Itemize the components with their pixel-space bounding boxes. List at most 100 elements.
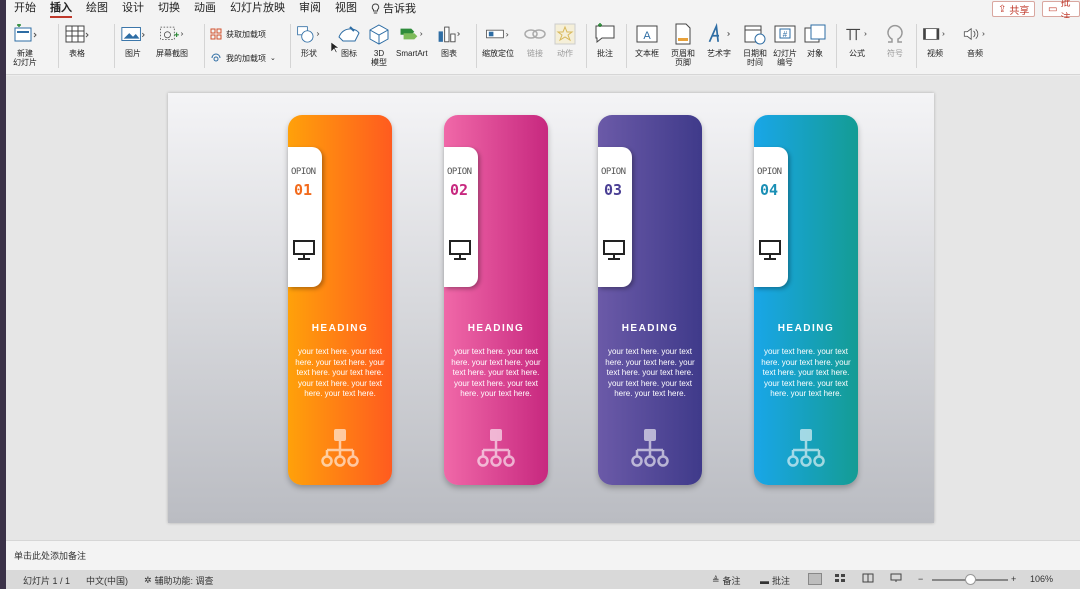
table-button[interactable]: 表格 <box>64 22 90 58</box>
notes-icon: ≜ <box>712 575 720 585</box>
zoom-level[interactable]: 106% <box>1030 574 1053 584</box>
slideshow-button[interactable] <box>890 573 904 585</box>
audio-label: 音频 <box>967 49 983 58</box>
equation-button[interactable]: 公式 <box>844 22 870 58</box>
share-button[interactable]: ⇪ 共享 <box>992 1 1036 17</box>
video-icon <box>923 28 945 40</box>
zoom-button[interactable]: 缩放定位 <box>482 22 514 58</box>
svg-text:A: A <box>643 30 651 42</box>
accessibility-checker[interactable]: ✲ 辅助功能: 调查 <box>144 574 214 587</box>
omega-icon <box>887 24 903 43</box>
comments-toggle-label: 批注 <box>772 576 791 586</box>
notes-toggle[interactable]: ≜ 备注 <box>712 574 741 587</box>
calendar-icon <box>744 25 766 45</box>
equation-label: 公式 <box>849 49 865 58</box>
addins-store-icon <box>210 28 222 40</box>
get-addins-button[interactable]: 获取加载项 <box>210 28 266 40</box>
slide-number-icon: # <box>774 25 796 43</box>
tab-review[interactable]: 审阅 <box>299 0 321 18</box>
card-body-text: your text here. your text here. your tex… <box>761 347 851 398</box>
tab-transitions[interactable]: 切换 <box>158 0 180 18</box>
slide[interactable]: OPION 01 HEADING your text here. your text … <box>168 93 934 523</box>
tab-design[interactable]: 设计 <box>122 0 144 18</box>
icons-icon <box>338 26 360 42</box>
monitor-icon <box>292 239 316 266</box>
slide-number-label: 幻灯片 编号 <box>773 49 797 67</box>
comment-label: 批注 <box>597 49 613 58</box>
chart-label: 图表 <box>441 49 457 58</box>
comment-button[interactable]: 批注 <box>592 22 618 58</box>
comment-bubble-icon: ▬ <box>760 575 769 586</box>
table-icon <box>65 25 89 43</box>
monitor-icon <box>448 239 472 266</box>
datetime-label: 日期和 时间 <box>743 49 767 67</box>
option-card-2[interactable]: OPION 02 HEADING your text here. your text … <box>444 115 548 485</box>
object-label: 对象 <box>807 49 823 58</box>
tell-me[interactable]: 告诉我 <box>371 0 416 18</box>
slide-counter: 幻灯片 1 / 1 <box>23 576 71 586</box>
tab-insert[interactable]: 插入 <box>50 0 72 18</box>
notes-placeholder: 单击此处添加备注 <box>14 551 87 561</box>
new-slide-button[interactable]: 新建 幻灯片 <box>12 22 38 67</box>
option-card-4[interactable]: OPION 04 HEADING your text here. your text … <box>754 115 858 485</box>
header-footer-label: 页眉和 页脚 <box>671 49 695 67</box>
zoom-in-button[interactable]: + <box>1011 574 1016 584</box>
comments-toggle[interactable]: ▬ 批注 <box>760 574 790 587</box>
option-card-1[interactable]: OPION 01 HEADING your text here. your text … <box>288 115 392 485</box>
link-label: 链接 <box>527 49 543 58</box>
slide-number-button[interactable]: # 幻灯片 编号 <box>772 22 798 67</box>
my-addins-button[interactable]: 我的加载项 ⌄ <box>210 52 276 64</box>
chart-button[interactable]: 图表 <box>436 22 462 58</box>
screenshot-button[interactable]: 屏幕截图 <box>156 22 188 58</box>
shapes-button[interactable]: 形状 <box>296 22 322 58</box>
option-caption: OPION <box>291 167 316 177</box>
option-caption: OPION <box>447 167 472 177</box>
action-label: 动作 <box>557 49 573 58</box>
tell-me-label: 告诉我 <box>383 2 416 15</box>
option-caption: OPION <box>601 167 626 177</box>
audio-button[interactable]: 音频 <box>962 22 988 58</box>
reading-view-button[interactable] <box>862 573 876 585</box>
notes-pane[interactable]: 单击此处添加备注 <box>6 540 1080 570</box>
normal-view-button[interactable] <box>808 573 822 585</box>
option-card-3[interactable]: OPION 03 HEADING your text here. your text … <box>598 115 702 485</box>
language-indicator[interactable]: 中文(中国) <box>86 574 128 587</box>
card-body-text: your text here. your text here. your tex… <box>295 347 385 398</box>
tab-home[interactable]: 开始 <box>14 0 36 18</box>
lightbulb-icon <box>371 3 380 14</box>
monitor-icon <box>602 239 626 266</box>
screenshot-label: 屏幕截图 <box>156 49 188 58</box>
object-button[interactable]: 对象 <box>802 22 828 58</box>
icons-button[interactable]: 图标 <box>336 22 362 58</box>
tab-draw[interactable]: 绘图 <box>86 0 108 18</box>
ribbon-tabs: 开始 插入 绘图 设计 切换 动画 幻灯片放映 审阅 视图 告诉我 <box>6 0 1080 18</box>
slide-sorter-button[interactable] <box>834 573 848 585</box>
card-heading: HEADING <box>467 323 525 334</box>
3d-model-button[interactable]: 3D 模型 <box>366 22 392 67</box>
video-button[interactable]: 视频 <box>922 22 948 58</box>
picture-label: 图片 <box>125 49 141 58</box>
symbol-button[interactable]: 符号 <box>882 22 908 58</box>
datetime-button[interactable]: 日期和 时间 <box>742 22 768 67</box>
zoom-slider-handle[interactable] <box>965 574 976 585</box>
comment-add-icon <box>595 23 615 44</box>
smartart-button[interactable]: SmartArt <box>396 22 428 58</box>
tab-view[interactable]: 视图 <box>335 0 357 18</box>
table-label: 表格 <box>69 49 85 58</box>
screenshot-icon <box>160 26 184 40</box>
picture-button[interactable]: 图片 <box>120 22 146 58</box>
hierarchy-icon <box>631 428 669 473</box>
separator <box>626 24 627 68</box>
tab-slideshow[interactable]: 幻灯片放映 <box>230 0 285 18</box>
zoom-out-button[interactable]: − <box>918 574 923 584</box>
separator <box>58 24 59 68</box>
share-icon: ⇪ <box>998 3 1007 15</box>
textbox-button[interactable]: A 文本框 <box>634 22 660 58</box>
action-button[interactable]: 动作 <box>552 22 578 58</box>
wordart-button[interactable]: 艺术字 <box>706 22 732 58</box>
comments-button[interactable]: ▭批注 <box>1042 0 1080 24</box>
hierarchy-icon <box>477 428 515 473</box>
header-footer-button[interactable]: 页眉和 页脚 <box>670 22 696 67</box>
link-button[interactable]: 链接 <box>522 22 548 58</box>
tab-animations[interactable]: 动画 <box>194 0 216 18</box>
